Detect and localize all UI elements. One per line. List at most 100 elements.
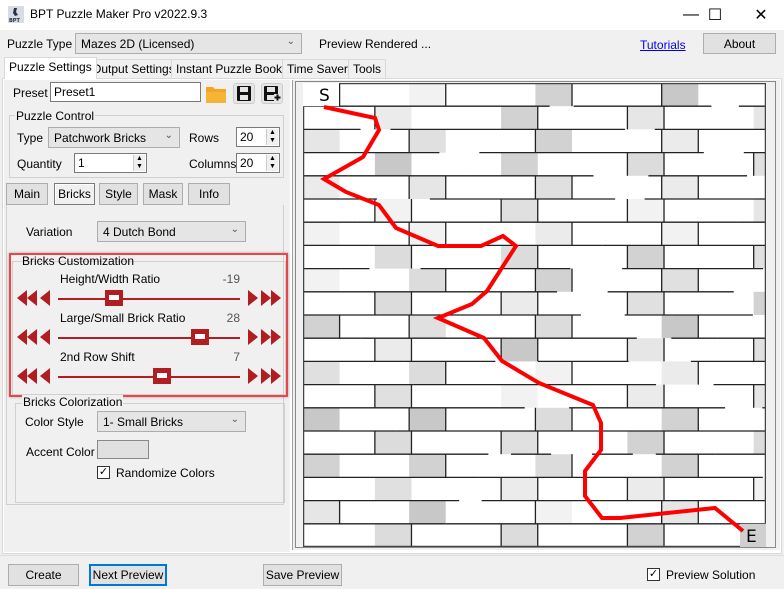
small-brick <box>753 152 766 176</box>
subtab-style[interactable]: Style <box>99 183 138 205</box>
fast-forward-icon[interactable] <box>260 327 282 347</box>
small-brick <box>303 315 340 339</box>
small-brick <box>409 129 446 153</box>
fast-rewind-icon[interactable] <box>16 327 38 347</box>
slider-thumb[interactable] <box>190 329 209 345</box>
fast-rewind-icon[interactable] <box>16 288 38 308</box>
quantity-label: Quantity <box>17 157 62 171</box>
quantity-stepper[interactable]: 1 ▲ ▼ <box>74 153 147 173</box>
tutorials-link[interactable]: Tutorials <box>640 38 686 52</box>
small-brick <box>627 477 665 501</box>
fast-rewind-icon[interactable] <box>16 366 38 386</box>
preview-solution-checkbox[interactable]: ✓ <box>647 568 660 581</box>
small-brick <box>409 500 446 524</box>
rows-stepper[interactable]: 20 ▲ ▼ <box>236 127 280 147</box>
small-brick <box>753 291 766 315</box>
slider-value: 28 <box>226 311 240 325</box>
close-button[interactable]: ✕ <box>738 0 784 30</box>
small-brick <box>535 83 573 107</box>
tab-output-settings[interactable]: Output Settings <box>87 59 180 78</box>
fast-forward-icon[interactable] <box>260 366 282 386</box>
preview-solution-label: Preview Solution <box>666 568 756 582</box>
slider-label: Height/Width Ratio <box>60 272 161 286</box>
save-preview-button[interactable]: Save Preview <box>263 564 342 586</box>
subtab-mask[interactable]: Mask <box>143 183 183 205</box>
color-style-label: Color Style <box>25 415 84 429</box>
small-brick <box>374 338 412 362</box>
maximize-button[interactable]: ☐ <box>692 0 738 30</box>
small-brick <box>303 454 340 478</box>
small-brick <box>409 268 446 292</box>
folder-open-icon <box>206 87 226 103</box>
maximize-icon: ☐ <box>707 7 723 24</box>
save-as-icon <box>264 86 281 101</box>
checkmark-icon: ✓ <box>98 466 109 478</box>
step-forward-icon[interactable] <box>246 288 260 308</box>
small-brick <box>374 199 412 223</box>
small-brick <box>627 431 665 455</box>
accent-color-swatch[interactable] <box>97 440 149 459</box>
columns-stepper[interactable]: 20 ▲ ▼ <box>236 153 280 173</box>
subtab-main[interactable]: Main <box>6 183 48 205</box>
about-button[interactable]: About <box>703 33 776 54</box>
small-brick <box>303 361 340 385</box>
quantity-spin-buttons[interactable]: ▲ ▼ <box>133 155 145 171</box>
slider-track[interactable] <box>58 337 240 339</box>
save-preset-as-button[interactable] <box>261 83 283 104</box>
small-brick <box>501 338 538 362</box>
tab-instant-puzzle-books[interactable]: Instant Puzzle Books <box>171 59 294 78</box>
puzzle-control-legend: Puzzle Control <box>15 109 96 123</box>
small-brick <box>374 384 412 408</box>
create-button[interactable]: Create <box>8 564 79 586</box>
slider-thumb[interactable] <box>152 368 171 384</box>
small-brick <box>661 268 699 292</box>
slider-3[interactable] <box>16 366 282 386</box>
step-back-icon[interactable] <box>38 327 52 347</box>
puzzle-type-select[interactable]: Mazes 2D (Licensed) ⌄ <box>75 33 302 54</box>
step-forward-icon[interactable] <box>246 327 260 347</box>
slider-1[interactable] <box>16 288 282 308</box>
small-brick <box>627 291 665 315</box>
small-brick <box>409 454 446 478</box>
slider-2[interactable] <box>16 327 282 347</box>
tab-time-saver[interactable]: Time Saver <box>282 59 353 78</box>
open-preset-button[interactable] <box>205 83 227 104</box>
fast-forward-icon[interactable] <box>260 288 282 308</box>
small-brick <box>303 407 340 431</box>
randomize-colors-label: Randomize Colors <box>116 466 215 480</box>
small-brick <box>374 477 412 501</box>
small-brick <box>374 431 412 455</box>
next-preview-button[interactable]: Next Preview <box>89 564 167 586</box>
columns-spin-buttons[interactable]: ▲ ▼ <box>266 155 278 171</box>
preset-input[interactable]: Preset1 <box>50 82 201 102</box>
variation-value: 4 Dutch Bond <box>103 225 176 239</box>
step-forward-icon[interactable] <box>246 366 260 386</box>
type-select[interactable]: Patchwork Bricks ⌄ <box>48 127 180 148</box>
small-brick <box>627 338 665 362</box>
small-brick <box>661 129 699 153</box>
small-brick <box>501 431 538 455</box>
randomize-colors-checkbox[interactable]: ✓ <box>97 466 110 479</box>
slider-thumb[interactable] <box>105 290 124 306</box>
subtab-info[interactable]: Info <box>188 183 230 205</box>
slider-track[interactable] <box>58 376 240 378</box>
rows-spin-buttons[interactable]: ▲ ▼ <box>266 129 278 145</box>
save-preset-button[interactable] <box>233 83 255 104</box>
small-brick <box>409 175 446 199</box>
slider-track[interactable] <box>58 298 240 300</box>
subtab-bricks[interactable]: Bricks <box>54 183 95 205</box>
small-brick <box>409 83 446 107</box>
step-back-icon[interactable] <box>38 366 52 386</box>
step-back-icon[interactable] <box>38 288 52 308</box>
columns-value: 20 <box>240 156 254 170</box>
small-brick <box>409 361 446 385</box>
variation-select[interactable]: 4 Dutch Bond ⌄ <box>97 221 246 242</box>
tab-puzzle-settings[interactable]: Puzzle Settings <box>4 57 97 79</box>
chevron-down-icon: ⌄ <box>230 224 239 235</box>
start-label: S <box>319 86 330 106</box>
small-brick <box>753 199 766 223</box>
small-brick <box>374 106 412 130</box>
tab-tools[interactable]: Tools <box>348 59 387 78</box>
color-style-select[interactable]: 1- Small Bricks ⌄ <box>97 411 246 432</box>
small-brick <box>627 152 665 176</box>
